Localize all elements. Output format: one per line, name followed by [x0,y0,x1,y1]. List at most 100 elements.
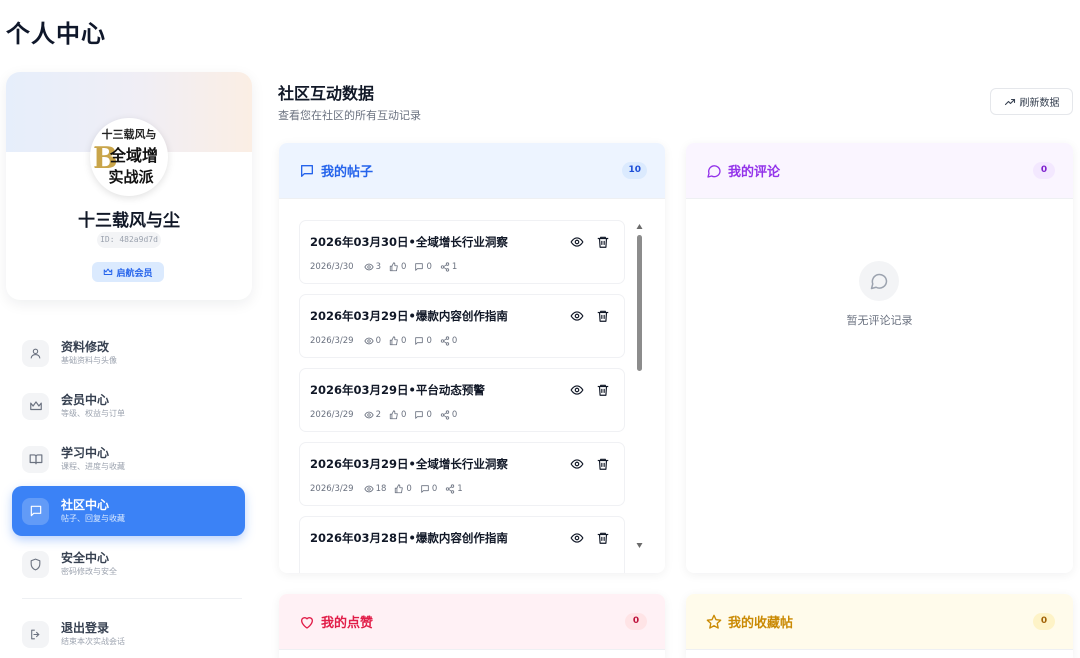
post-date: 2026/3/29 [310,336,354,346]
sidebar-item-title: 社区中心 [61,497,110,512]
refresh-button[interactable]: 刷新数据 [990,88,1073,115]
likes-panel-header: 我的点赞 0 [279,594,665,650]
post-shares: 0 [451,336,458,346]
eye-icon[interactable] [570,235,584,249]
likes-panel: 我的点赞 0 [279,594,665,658]
post-views: 3 [375,262,382,272]
eye-icon [363,484,374,494]
section-title: 社区互动数据 [278,84,375,103]
sidebar-item-subtitle: 课程、进度与收藏 [61,461,125,471]
posts-panel-header: 我的帖子 10 [279,143,665,199]
trash-icon[interactable] [596,457,610,471]
comments-count-badge: 0 [1033,162,1055,179]
user-icon [22,339,49,367]
post-meta: 2026/3/29 2 0 0 0 [310,410,465,420]
post-meta: 2026/3/29 18 0 0 1 [310,484,471,494]
post-card[interactable]: 2026年03月28日•爆款内容创作指南 [299,516,625,573]
logout-title: 退出登录 [61,620,110,635]
comments-panel-header: 我的评论 0 [686,143,1073,199]
post-card[interactable]: 2026年03月29日•爆款内容创作指南 2026/3/29 0 0 0 0 [299,294,625,358]
comment-icon [420,484,430,494]
message-square-icon [299,163,315,179]
post-comments: 0 [431,484,438,494]
post-views: 18 [375,484,387,494]
message-circle-icon [869,271,889,291]
profile-card: 十三载风与 B 全域增 实战派 十三载风与尘 ID: 482a9d7d 启航会员 [6,72,252,300]
sidebar-item-subtitle: 基础资料与头像 [61,355,117,365]
posts-panel-title: 我的帖子 [321,165,374,180]
empty-state-icon-wrap [859,261,899,301]
sidebar-item-subtitle: 密码修改与安全 [61,566,117,576]
message-circle-icon [706,163,722,179]
post-comments: 0 [426,262,432,272]
profile-id: ID: 482a9d7d [97,232,161,248]
member-badge[interactable]: 启航会员 [92,262,164,282]
post-card[interactable]: 2026年03月30日•全域增长行业洞察 2026/3/30 3 0 0 1 [299,220,625,284]
thumbs-up-icon [394,484,404,494]
comment-icon [414,410,424,420]
sidebar-item-title: 安全中心 [61,550,110,565]
sidebar-item-title: 会员中心 [61,392,110,407]
sidebar-item-subtitle: 等级、权益与订单 [61,408,125,418]
post-comments: 0 [426,410,432,420]
post-shares: 1 [457,484,463,494]
star-icon [706,614,722,630]
post-likes: 0 [406,484,412,494]
member-badge-label: 启航会员 [116,268,153,279]
post-likes: 0 [401,262,407,272]
page-title: 个人中心 [6,20,106,48]
eye-icon[interactable] [570,383,584,397]
post-meta: 2026/3/29 0 0 0 0 [310,336,465,346]
likes-panel-title: 我的点赞 [321,616,374,631]
eye-icon [363,410,374,420]
avatar-text-2: 全域增 [109,146,158,165]
avatar-text-1: 十三载风与 [102,127,157,141]
scroll-down-arrow-icon[interactable] [636,542,643,549]
post-card[interactable]: 2026年03月29日•平台动态预警 2026/3/29 2 0 0 0 [299,368,625,432]
post-title: 2026年03月29日•全域增长行业洞察 [310,457,508,471]
comments-panel: 我的评论 0 暂无评论记录 [686,143,1073,573]
trash-icon[interactable] [596,531,610,545]
crown-icon [103,267,113,277]
likes-count-badge: 0 [625,613,647,630]
eye-icon [363,262,374,272]
avatar[interactable]: 十三载风与 B 全域增 实战派 [90,118,168,196]
comments-panel-title: 我的评论 [728,165,781,180]
post-title: 2026年03月29日•爆款内容创作指南 [310,309,508,323]
sidebar-divider [22,598,242,599]
sidebar-item-community[interactable]: 社区中心 帖子、回复与收藏 [12,486,245,536]
post-shares: 1 [451,262,458,272]
logout-subtitle: 结束本次实战会话 [61,636,125,646]
sidebar-item-learning[interactable]: 学习中心 课程、进度与收藏 [12,434,245,484]
posts-count-badge: 10 [622,162,647,179]
logout-button[interactable]: 退出登录 结束本次实战会话 [12,609,245,658]
favorites-panel: 我的收藏帖 0 [686,594,1073,658]
profile-name: 十三载风与尘 [78,211,180,231]
crown-icon [22,392,49,420]
post-card[interactable]: 2026年03月29日•全域增长行业洞察 2026/3/29 18 0 0 1 [299,442,625,506]
eye-icon[interactable] [570,309,584,323]
sidebar-item-membership[interactable]: 会员中心 等级、权益与订单 [12,381,245,431]
trash-icon[interactable] [596,235,610,249]
eye-icon[interactable] [570,457,584,471]
sidebar-item-subtitle: 帖子、回复与收藏 [61,513,125,523]
posts-scrollbar[interactable] [636,223,643,569]
sidebar-item-title: 学习中心 [61,445,110,460]
eye-icon[interactable] [570,531,584,545]
share-icon [445,484,455,494]
logout-icon [22,620,49,648]
share-icon [440,262,450,272]
shield-icon [22,550,49,578]
scroll-up-arrow-icon[interactable] [636,223,643,230]
trash-icon[interactable] [596,309,610,323]
post-comments: 0 [426,336,432,346]
favorites-panel-header: 我的收藏帖 0 [686,594,1073,650]
post-views: 0 [375,336,382,346]
comment-icon [414,336,424,346]
sidebar-item-profile-edit[interactable]: 资料修改 基础资料与头像 [12,328,245,378]
share-icon [440,410,450,420]
message-square-icon [22,497,49,525]
sidebar-item-security[interactable]: 安全中心 密码修改与安全 [12,539,245,589]
trash-icon[interactable] [596,383,610,397]
scroll-thumb[interactable] [637,235,642,371]
